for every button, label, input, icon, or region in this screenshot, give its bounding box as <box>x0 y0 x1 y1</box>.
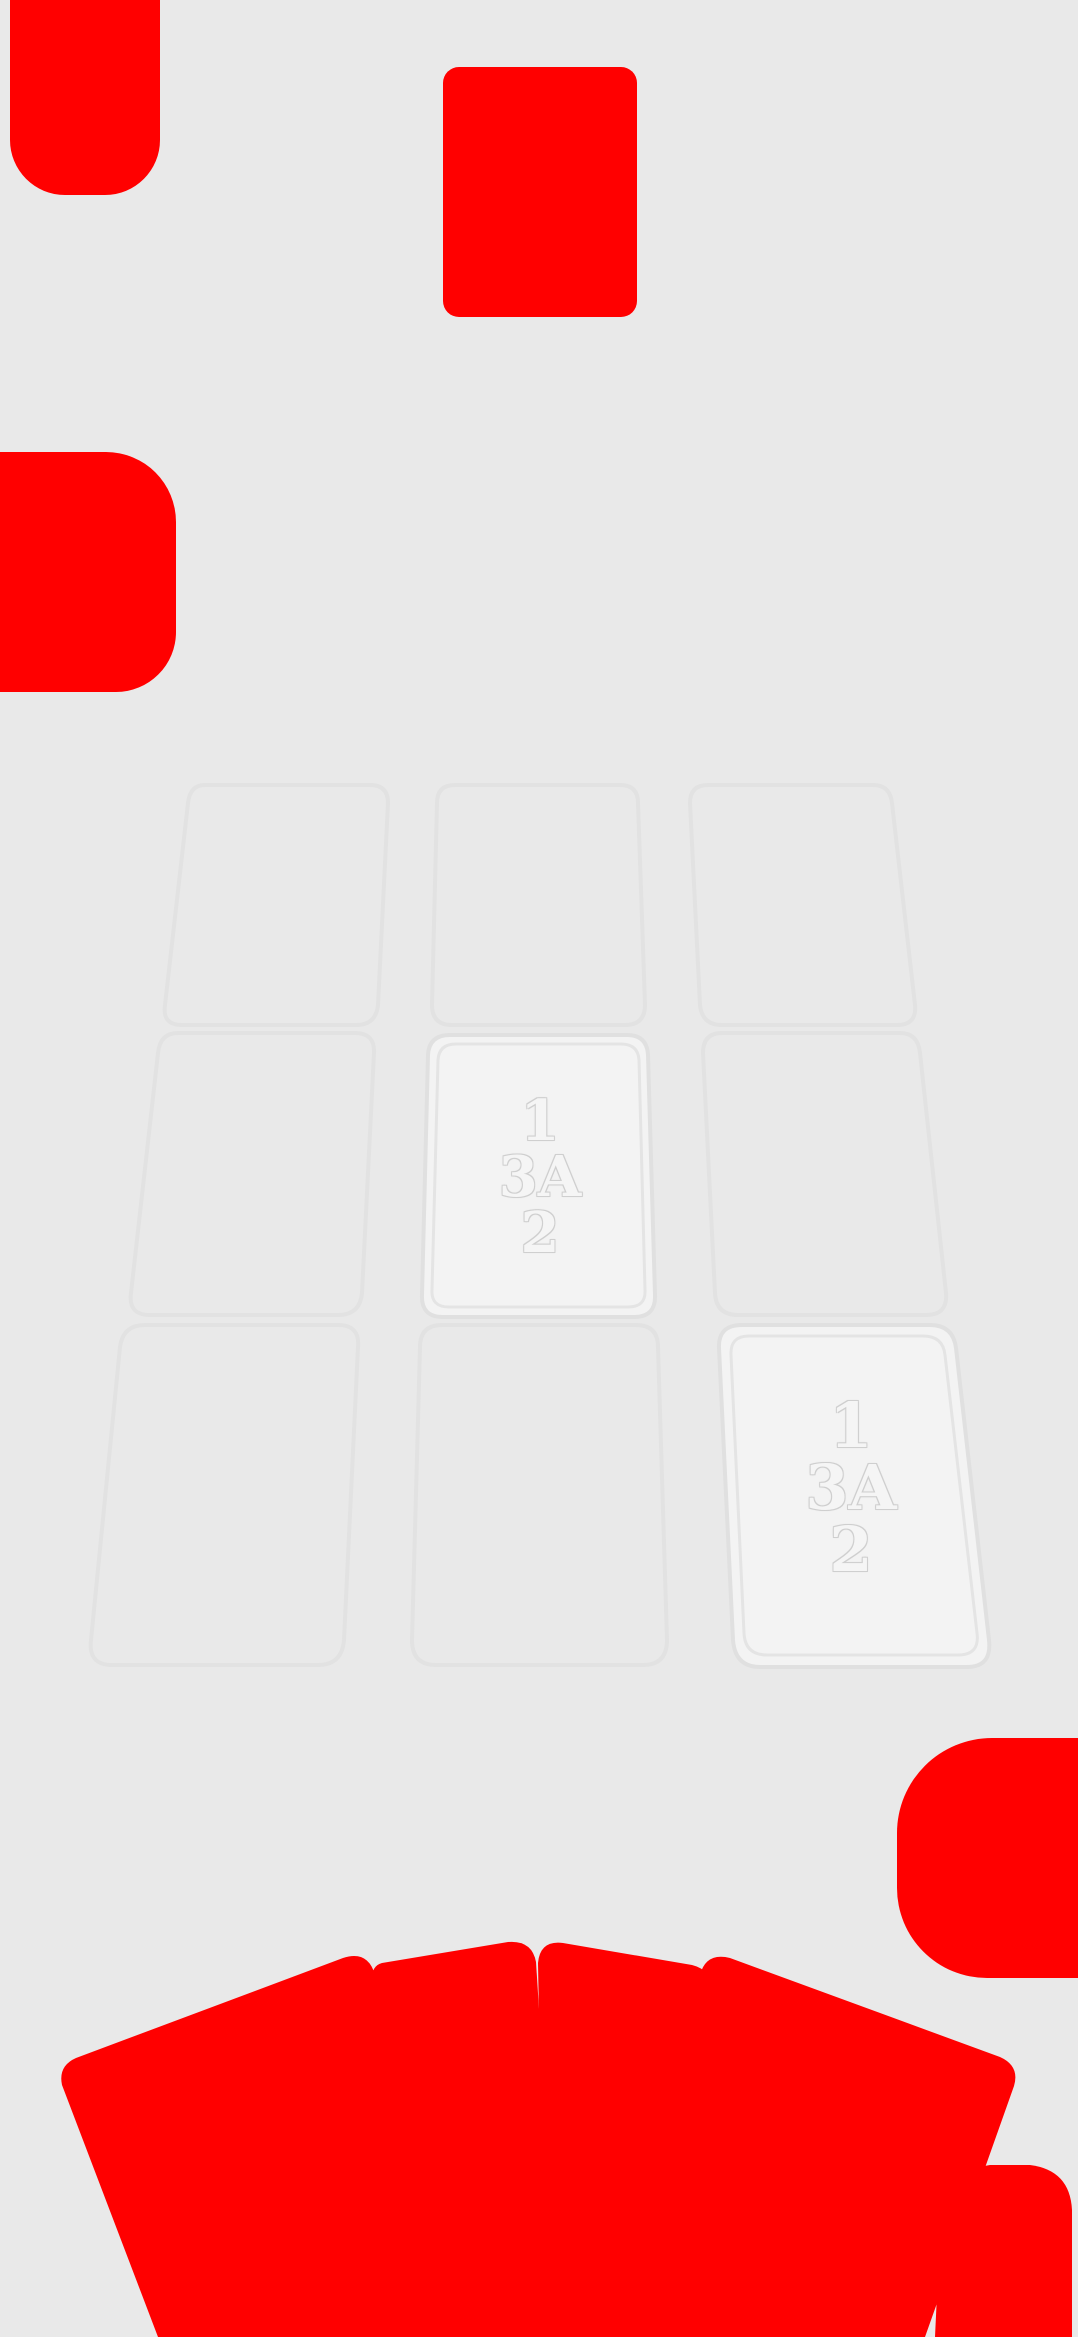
player-hand <box>61 1941 1072 2337</box>
red-blob-bottom-right <box>935 2165 1072 2337</box>
